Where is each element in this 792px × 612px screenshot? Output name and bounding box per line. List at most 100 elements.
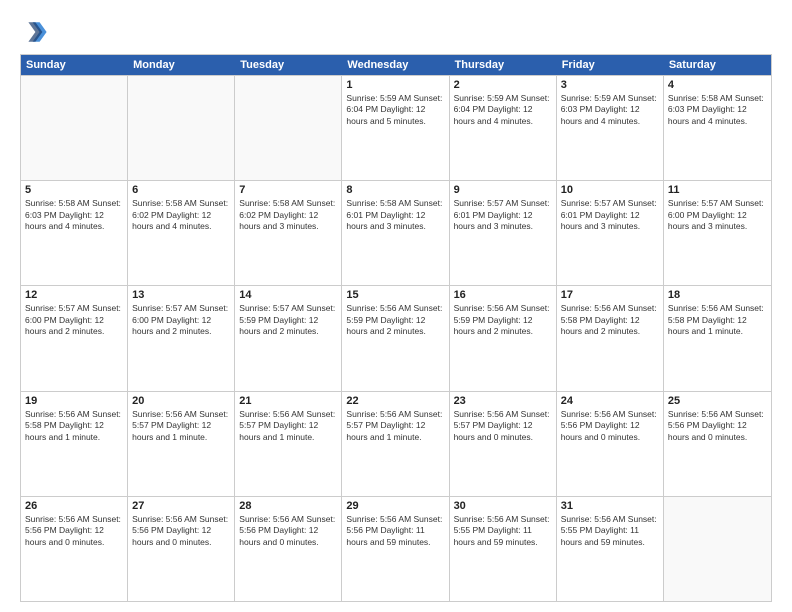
day-info: Sunrise: 5:56 AM Sunset: 5:58 PM Dayligh… <box>561 303 659 337</box>
day-info: Sunrise: 5:56 AM Sunset: 5:57 PM Dayligh… <box>132 409 230 443</box>
day-number: 18 <box>668 289 767 301</box>
empty-cell-0-0 <box>21 76 128 180</box>
day-number: 29 <box>346 500 444 512</box>
day-info: Sunrise: 5:59 AM Sunset: 6:04 PM Dayligh… <box>454 93 552 127</box>
week-row-1: 1 Sunrise: 5:59 AM Sunset: 6:04 PM Daylig… <box>21 75 771 180</box>
day-cell-16: 16Sunrise: 5:56 AM Sunset: 5:59 PM Dayli… <box>450 286 557 390</box>
day-info: Sunrise: 5:57 AM Sunset: 6:01 PM Dayligh… <box>454 198 552 232</box>
day-number: 25 <box>668 395 767 407</box>
day-cell-2: 2 Sunrise: 5:59 AM Sunset: 6:04 PM Daylig… <box>450 76 557 180</box>
day-info: Sunrise: 5:56 AM Sunset: 5:58 PM Dayligh… <box>668 303 767 337</box>
page: SundayMondayTuesdayWednesdayThursdayFrid… <box>0 0 792 612</box>
day-cell-10: 10Sunrise: 5:57 AM Sunset: 6:01 PM Dayli… <box>557 181 664 285</box>
day-cell-8: 8Sunrise: 5:58 AM Sunset: 6:01 PM Daylig… <box>342 181 449 285</box>
day-cell-30: 30 Sunrise: 5:56 AM Sunset: 5:55 PM Dayli… <box>450 497 557 601</box>
day-cell-27: 27 Sunrise: 5:56 AM Sunset: 5:56 PM Dayli… <box>128 497 235 601</box>
header <box>20 18 772 46</box>
day-info: Sunrise: 5:58 AM Sunset: 6:03 PM Dayligh… <box>668 93 767 127</box>
day-cell-7: 7 Sunrise: 5:58 AM Sunset: 6:02 PM Daylig… <box>235 181 342 285</box>
day-info: Sunrise: 5:59 AM Sunset: 6:04 PM Dayligh… <box>346 93 444 127</box>
day-cell-13: 13 Sunrise: 5:57 AM Sunset: 6:00 PM Dayli… <box>128 286 235 390</box>
header-day-thursday: Thursday <box>450 55 557 75</box>
day-cell-14: 14 Sunrise: 5:57 AM Sunset: 5:59 PM Dayli… <box>235 286 342 390</box>
day-number: 12 <box>25 289 123 301</box>
day-cell-1: 1 Sunrise: 5:59 AM Sunset: 6:04 PM Daylig… <box>342 76 449 180</box>
day-cell-12: 12 Sunrise: 5:57 AM Sunset: 6:00 PM Dayli… <box>21 286 128 390</box>
day-number: 1 <box>346 79 444 91</box>
day-cell-15: 15Sunrise: 5:56 AM Sunset: 5:59 PM Dayli… <box>342 286 449 390</box>
empty-cell-0-2 <box>235 76 342 180</box>
day-number: 20 <box>132 395 230 407</box>
day-number: 7 <box>239 184 337 196</box>
day-info: Sunrise: 5:59 AM Sunset: 6:03 PM Dayligh… <box>561 93 659 127</box>
day-info: Sunrise: 5:58 AM Sunset: 6:03 PM Dayligh… <box>25 198 123 232</box>
day-number: 15 <box>346 289 444 301</box>
day-cell-29: 29 Sunrise: 5:56 AM Sunset: 5:56 PM Dayli… <box>342 497 449 601</box>
calendar-body: 1 Sunrise: 5:59 AM Sunset: 6:04 PM Daylig… <box>21 75 771 601</box>
day-info: Sunrise: 5:57 AM Sunset: 6:00 PM Dayligh… <box>132 303 230 337</box>
day-number: 28 <box>239 500 337 512</box>
day-cell-17: 17 Sunrise: 5:56 AM Sunset: 5:58 PM Dayli… <box>557 286 664 390</box>
day-number: 17 <box>561 289 659 301</box>
day-info: Sunrise: 5:56 AM Sunset: 5:56 PM Dayligh… <box>346 514 444 548</box>
day-cell-28: 28 Sunrise: 5:56 AM Sunset: 5:56 PM Dayli… <box>235 497 342 601</box>
day-cell-24: 24 Sunrise: 5:56 AM Sunset: 5:56 PM Dayli… <box>557 392 664 496</box>
day-info: Sunrise: 5:56 AM Sunset: 5:55 PM Dayligh… <box>561 514 659 548</box>
day-cell-5: 5 Sunrise: 5:58 AM Sunset: 6:03 PM Daylig… <box>21 181 128 285</box>
day-number: 19 <box>25 395 123 407</box>
day-number: 14 <box>239 289 337 301</box>
week-row-2: 5 Sunrise: 5:58 AM Sunset: 6:03 PM Daylig… <box>21 180 771 285</box>
logo-icon <box>20 18 48 46</box>
day-info: Sunrise: 5:57 AM Sunset: 6:00 PM Dayligh… <box>25 303 123 337</box>
day-number: 21 <box>239 395 337 407</box>
empty-cell-4-6 <box>664 497 771 601</box>
day-info: Sunrise: 5:57 AM Sunset: 6:00 PM Dayligh… <box>668 198 767 232</box>
header-day-wednesday: Wednesday <box>342 55 449 75</box>
day-info: Sunrise: 5:56 AM Sunset: 5:56 PM Dayligh… <box>239 514 337 548</box>
day-number: 23 <box>454 395 552 407</box>
header-day-saturday: Saturday <box>664 55 771 75</box>
day-number: 9 <box>454 184 552 196</box>
week-row-3: 12 Sunrise: 5:57 AM Sunset: 6:00 PM Dayli… <box>21 285 771 390</box>
calendar: SundayMondayTuesdayWednesdayThursdayFrid… <box>20 54 772 602</box>
day-number: 13 <box>132 289 230 301</box>
day-cell-18: 18 Sunrise: 5:56 AM Sunset: 5:58 PM Dayli… <box>664 286 771 390</box>
day-info: Sunrise: 5:56 AM Sunset: 5:56 PM Dayligh… <box>132 514 230 548</box>
day-number: 24 <box>561 395 659 407</box>
day-cell-21: 21 Sunrise: 5:56 AM Sunset: 5:57 PM Dayli… <box>235 392 342 496</box>
day-cell-3: 3 Sunrise: 5:59 AM Sunset: 6:03 PM Daylig… <box>557 76 664 180</box>
day-number: 3 <box>561 79 659 91</box>
day-info: Sunrise: 5:56 AM Sunset: 5:57 PM Dayligh… <box>454 409 552 443</box>
day-number: 27 <box>132 500 230 512</box>
day-info: Sunrise: 5:56 AM Sunset: 5:56 PM Dayligh… <box>668 409 767 443</box>
day-number: 30 <box>454 500 552 512</box>
day-number: 5 <box>25 184 123 196</box>
day-info: Sunrise: 5:58 AM Sunset: 6:02 PM Dayligh… <box>239 198 337 232</box>
day-info: Sunrise: 5:56 AM Sunset: 5:55 PM Dayligh… <box>454 514 552 548</box>
day-cell-19: 19 Sunrise: 5:56 AM Sunset: 5:58 PM Dayli… <box>21 392 128 496</box>
logo <box>20 18 52 46</box>
day-info: Sunrise: 5:56 AM Sunset: 5:56 PM Dayligh… <box>561 409 659 443</box>
day-cell-25: 25 Sunrise: 5:56 AM Sunset: 5:56 PM Dayli… <box>664 392 771 496</box>
day-info: Sunrise: 5:57 AM Sunset: 6:01 PM Dayligh… <box>561 198 659 232</box>
day-info: Sunrise: 5:56 AM Sunset: 5:59 PM Dayligh… <box>454 303 552 337</box>
calendar-header: SundayMondayTuesdayWednesdayThursdayFrid… <box>21 55 771 75</box>
day-number: 4 <box>668 79 767 91</box>
day-number: 26 <box>25 500 123 512</box>
day-cell-31: 31 Sunrise: 5:56 AM Sunset: 5:55 PM Dayli… <box>557 497 664 601</box>
day-number: 22 <box>346 395 444 407</box>
day-number: 11 <box>668 184 767 196</box>
header-day-monday: Monday <box>128 55 235 75</box>
week-row-5: 26 Sunrise: 5:56 AM Sunset: 5:56 PM Dayli… <box>21 496 771 601</box>
day-number: 8 <box>346 184 444 196</box>
day-cell-6: 6Sunrise: 5:58 AM Sunset: 6:02 PM Daylig… <box>128 181 235 285</box>
day-cell-11: 11 Sunrise: 5:57 AM Sunset: 6:00 PM Dayli… <box>664 181 771 285</box>
day-number: 2 <box>454 79 552 91</box>
day-info: Sunrise: 5:56 AM Sunset: 5:57 PM Dayligh… <box>239 409 337 443</box>
day-info: Sunrise: 5:56 AM Sunset: 5:58 PM Dayligh… <box>25 409 123 443</box>
day-cell-4: 4 Sunrise: 5:58 AM Sunset: 6:03 PM Daylig… <box>664 76 771 180</box>
day-info: Sunrise: 5:57 AM Sunset: 5:59 PM Dayligh… <box>239 303 337 337</box>
day-number: 31 <box>561 500 659 512</box>
day-cell-23: 23 Sunrise: 5:56 AM Sunset: 5:57 PM Dayli… <box>450 392 557 496</box>
day-cell-9: 9 Sunrise: 5:57 AM Sunset: 6:01 PM Daylig… <box>450 181 557 285</box>
